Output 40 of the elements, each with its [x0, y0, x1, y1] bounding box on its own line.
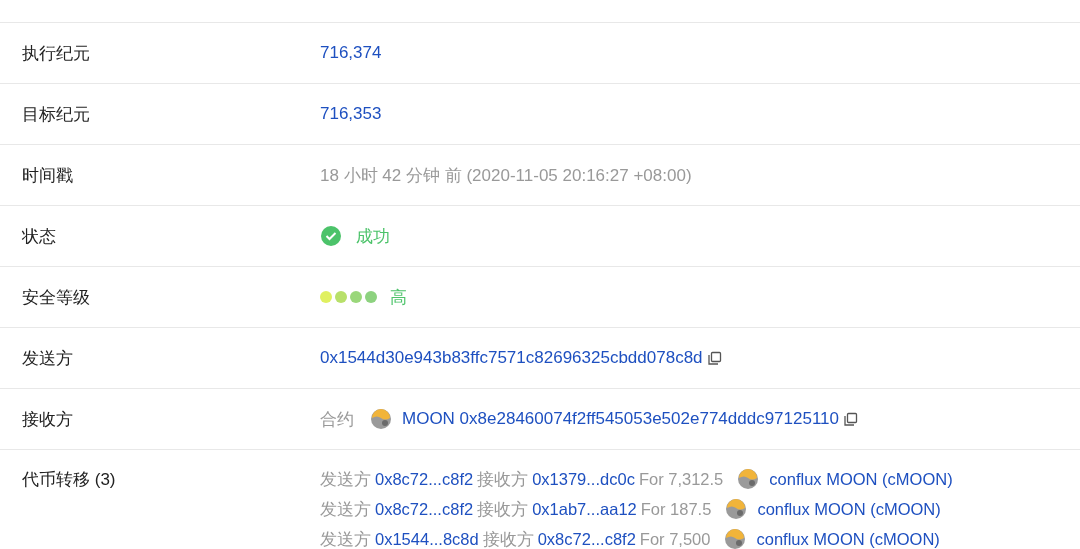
- address-link[interactable]: 0x8c72...c8f2: [375, 470, 474, 488]
- receiver-label: 接收方: [477, 470, 529, 488]
- contract-link[interactable]: MOON 0x8e28460074f2ff545053e502e774dddc97125110: [402, 409, 840, 429]
- coin-icon: [737, 468, 760, 490]
- address-link[interactable]: 0x1379...dc0c: [532, 470, 635, 488]
- field-label: 执行纪元: [21, 42, 91, 65]
- token-link[interactable]: conflux MOON (cMOON): [756, 530, 940, 548]
- field-label: 状态: [21, 225, 57, 248]
- sender-label: 发送方: [320, 530, 371, 548]
- copy-icon[interactable]: [843, 411, 859, 427]
- token-link[interactable]: conflux MOON (cMOON): [757, 500, 941, 518]
- sender-label: 发送方: [320, 500, 371, 518]
- address-link[interactable]: 0x8c72...c8f2: [375, 500, 474, 518]
- copy-icon[interactable]: [706, 350, 722, 366]
- security-level-text: 高: [390, 286, 407, 309]
- sender-label: 发送方: [320, 470, 371, 488]
- field-label: 发送方: [21, 347, 74, 370]
- token-link[interactable]: conflux MOON (cMOON): [769, 470, 953, 488]
- coin-icon: [724, 528, 747, 549]
- amount-text: For 7,312.5: [638, 470, 724, 488]
- field-label: 安全等级: [21, 286, 91, 309]
- receiver-label: 接收方: [482, 530, 534, 548]
- receiver-label: 接收方: [477, 500, 529, 518]
- field-value[interactable]: 716,353: [320, 104, 382, 124]
- field-value[interactable]: 716,374: [320, 43, 382, 63]
- amount-text: For 187.5: [640, 500, 712, 518]
- contract-label: 合约: [320, 408, 354, 431]
- field-label: 目标纪元: [21, 103, 91, 126]
- address-link[interactable]: 0x8c72...c8f2: [537, 530, 636, 548]
- coin-icon: [725, 498, 748, 520]
- address-link[interactable]: 0x1544d30e943b83ffc7571c82696325cbdd078c8d: [320, 348, 703, 368]
- field-label: 时间戳: [21, 164, 74, 187]
- address-link[interactable]: 0x1ab7...aa12: [532, 500, 637, 518]
- timestamp-text: 18 小时 42 分钟 前 (2020-11-05 20:16:27 +08:00): [320, 164, 692, 187]
- status-text: 成功: [356, 225, 390, 248]
- coin-icon: [370, 408, 392, 430]
- field-label: 代币转移 (3): [21, 469, 117, 491]
- address-link[interactable]: 0x1544...8c8d: [375, 530, 479, 548]
- amount-text: For 7,500: [639, 530, 711, 548]
- field-label: 接收方: [21, 408, 74, 431]
